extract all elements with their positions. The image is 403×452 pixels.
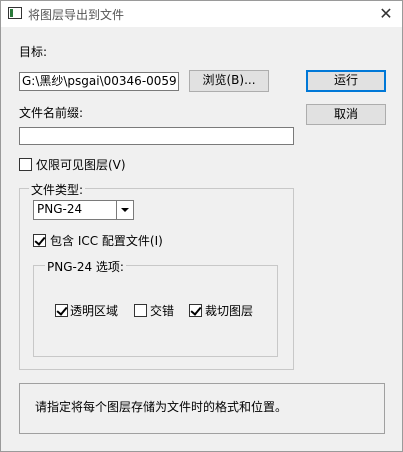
- target-label: 目标:: [19, 45, 48, 59]
- transparency-checkbox[interactable]: [55, 304, 68, 317]
- interlaced-checkbox[interactable]: [134, 304, 147, 317]
- close-icon[interactable]: ✕: [375, 3, 397, 25]
- icc-label[interactable]: 包含 ICC 配置文件(I): [50, 232, 163, 249]
- cancel-button[interactable]: 取消: [306, 104, 386, 125]
- icc-checkbox[interactable]: [33, 234, 46, 247]
- app-window-icon: [8, 7, 22, 19]
- hint-text: 请指定将每个图层存储为文件时的格式和位置。: [35, 400, 288, 414]
- prefix-input[interactable]: [19, 127, 294, 145]
- file-type-selected: PNG-24: [37, 202, 83, 216]
- transparency-label[interactable]: 透明区域: [70, 302, 118, 319]
- dialog-title: 将图层导出到文件: [28, 8, 125, 22]
- export-layers-dialog: 将图层导出到文件 ✕ 目标: G:\黑纱\psgai\00346-00591 浏…: [0, 0, 403, 452]
- target-path-field[interactable]: G:\黑纱\psgai\00346-00591: [19, 72, 179, 91]
- browse-button[interactable]: 浏览(B)...: [189, 70, 269, 92]
- run-button[interactable]: 运行: [306, 70, 386, 92]
- visible-only-label[interactable]: 仅限可见图层(V): [36, 156, 126, 173]
- png-options-group-label: PNG-24 选项:: [45, 258, 126, 275]
- file-type-group-label: 文件类型:: [29, 181, 86, 198]
- chevron-down-icon[interactable]: [116, 201, 133, 219]
- prefix-label: 文件名前缀:: [19, 106, 84, 120]
- trim-label[interactable]: 裁切图层: [205, 302, 253, 319]
- interlaced-label[interactable]: 交错: [150, 302, 174, 319]
- trim-checkbox[interactable]: [189, 304, 202, 317]
- file-type-select[interactable]: PNG-24: [33, 200, 134, 220]
- title-bar[interactable]: 将图层导出到文件 ✕: [1, 1, 402, 27]
- visible-only-checkbox[interactable]: [19, 158, 32, 171]
